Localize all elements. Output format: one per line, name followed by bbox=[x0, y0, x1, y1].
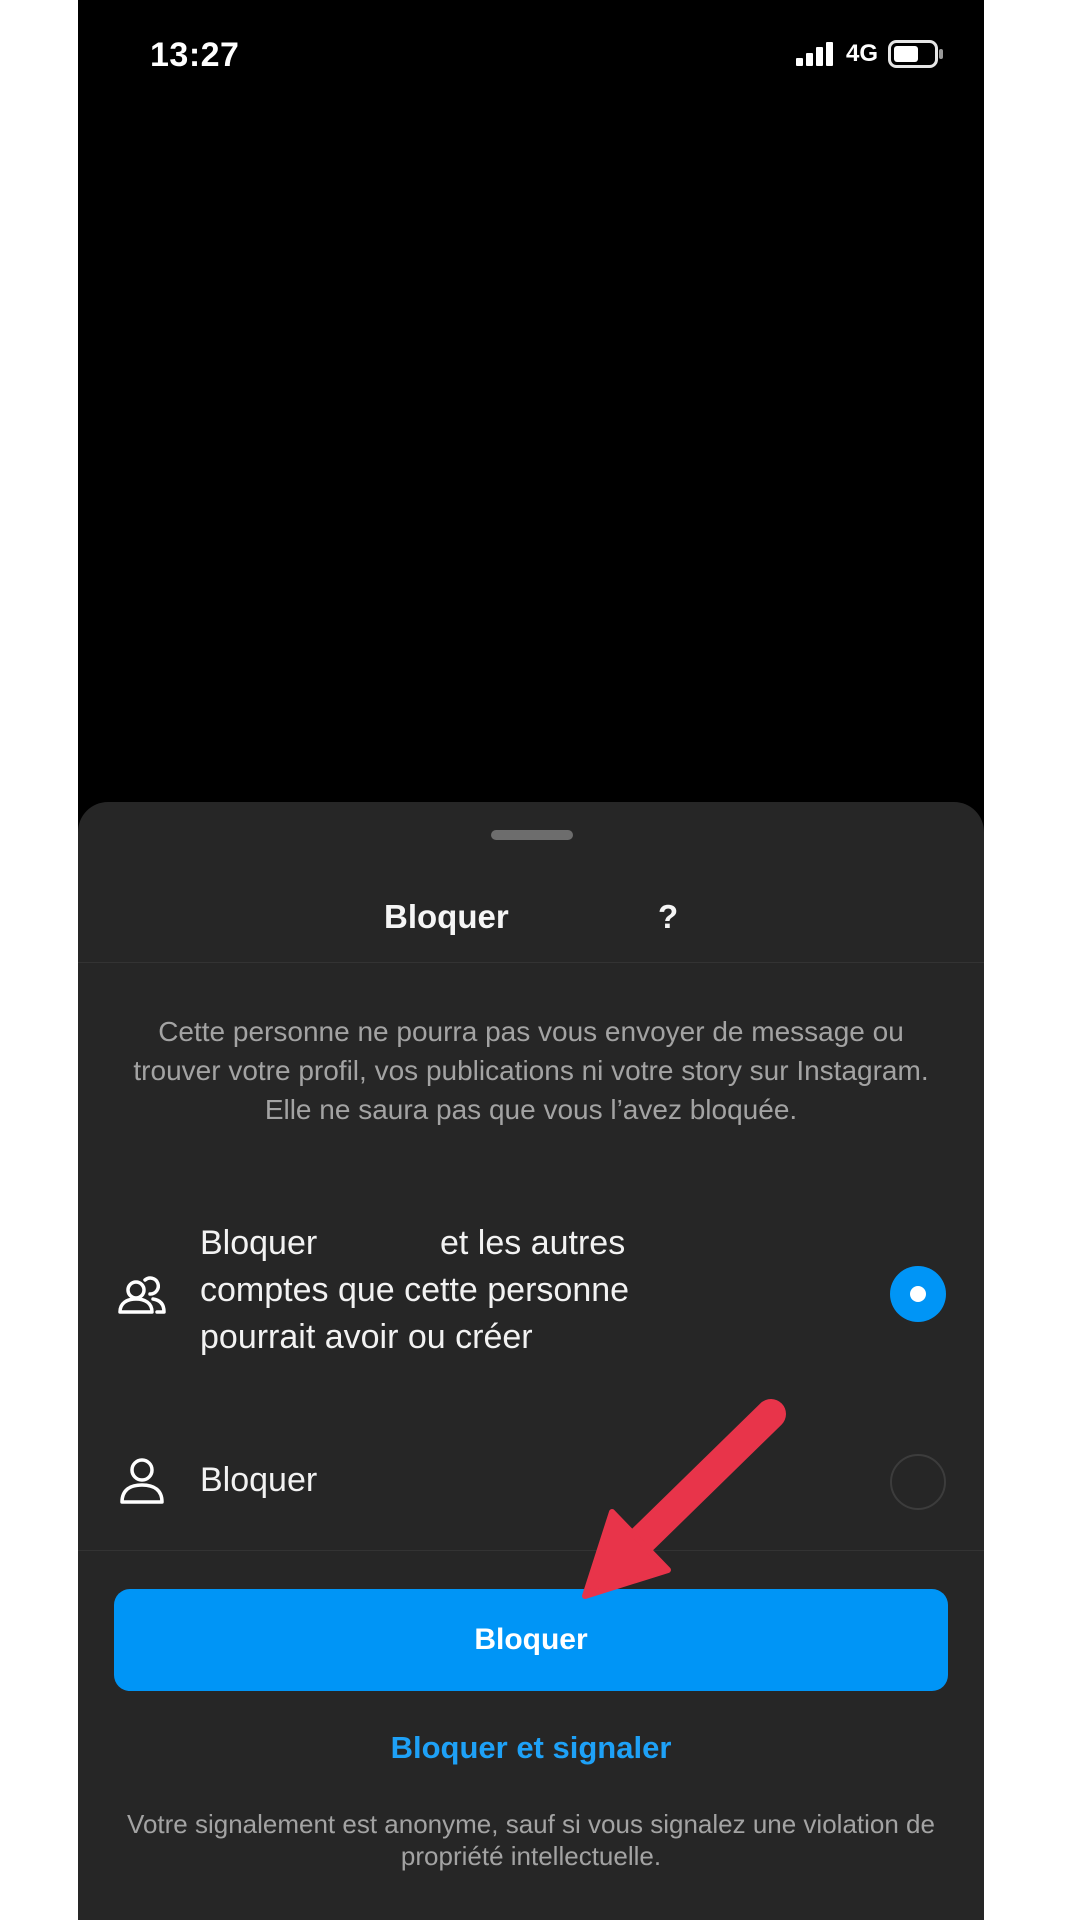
option-label-line: comptes que cette personne bbox=[200, 1271, 630, 1309]
battery-icon bbox=[888, 40, 943, 68]
block-button[interactable]: Bloquer bbox=[114, 1589, 948, 1691]
network-label: 4G bbox=[845, 40, 878, 67]
signal-bars-icon bbox=[795, 42, 833, 66]
status-bar: 13:27 4G bbox=[78, 0, 984, 110]
status-indicators: 4G bbox=[795, 40, 944, 68]
people-icon bbox=[118, 1276, 166, 1314]
option-block-user-label: Bloquer bbox=[200, 1457, 317, 1504]
phone-screen: 13:27 4G Bloquer ? Cette personne ne pou… bbox=[78, 0, 984, 1920]
option-label-line: Bloquer bbox=[200, 1461, 318, 1499]
sheet-title-question-mark: ? bbox=[658, 898, 679, 935]
block-and-report-link[interactable]: Bloquer et signaler bbox=[78, 1730, 984, 1766]
title-divider bbox=[78, 962, 984, 963]
status-time: 13:27 bbox=[150, 36, 240, 74]
radio-selected[interactable] bbox=[890, 1266, 946, 1322]
option-label-line: pourrait avoir ou créer bbox=[200, 1318, 533, 1356]
options-divider bbox=[78, 1550, 984, 1551]
block-bottom-sheet: Bloquer ? Cette personne ne pourra pas v… bbox=[78, 802, 984, 1920]
option-label-line: Bloquer et les autres bbox=[200, 1224, 626, 1262]
sheet-title-verb: Bloquer bbox=[384, 898, 509, 935]
option-block-all-accounts[interactable]: Bloquer et les autres comptes que cette … bbox=[78, 1220, 984, 1370]
block-description: Cette personne ne pourra pas vous envoye… bbox=[133, 1016, 929, 1125]
sheet-drag-handle[interactable] bbox=[491, 830, 573, 840]
person-icon bbox=[120, 1458, 164, 1504]
option-block-user[interactable]: Bloquer bbox=[78, 1432, 984, 1532]
report-footer-note: Votre signalement est anonyme, sauf si v… bbox=[127, 1809, 935, 1871]
option-block-all-accounts-label: Bloquer et les autres comptes que cette … bbox=[200, 1220, 629, 1361]
sheet-title: Bloquer ? bbox=[78, 898, 984, 948]
radio-unselected[interactable] bbox=[890, 1454, 946, 1510]
